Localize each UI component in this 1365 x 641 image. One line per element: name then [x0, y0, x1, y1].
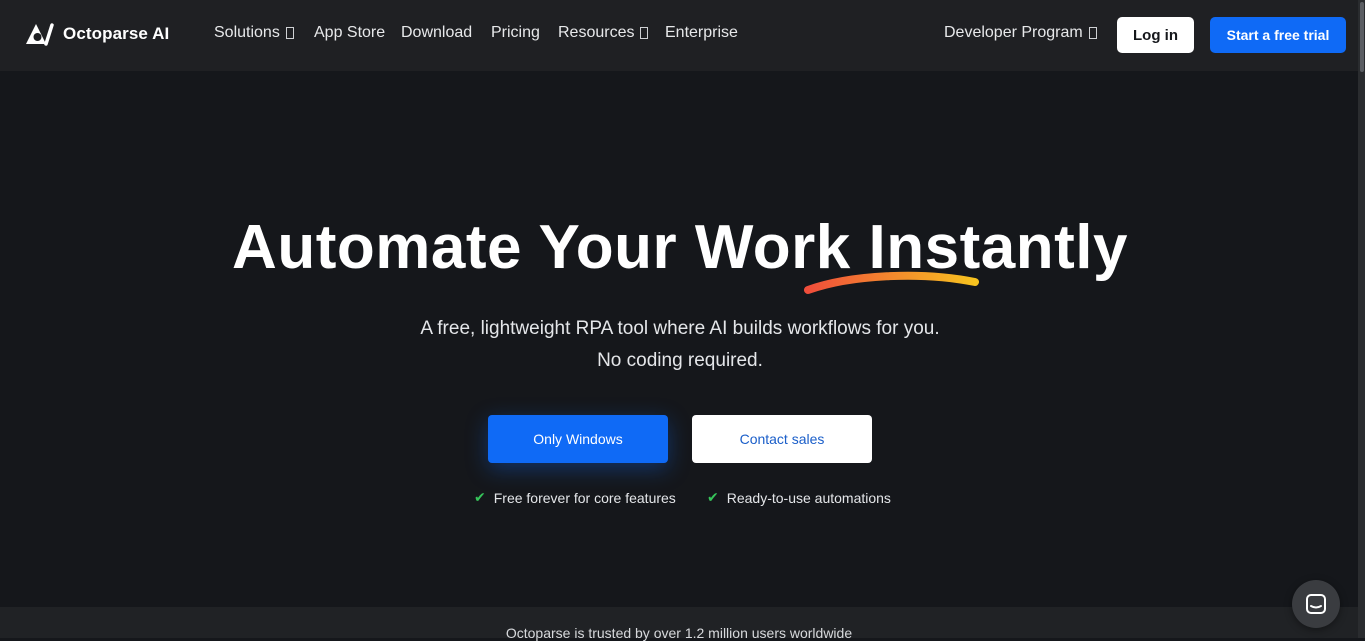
nav-item-pricing[interactable]: Pricing: [491, 24, 540, 42]
check-icon: ✔: [707, 489, 719, 505]
feature-label: Free forever for core features: [493, 489, 676, 506]
nav-label: App Store: [314, 24, 386, 41]
nav-item-enterprise[interactable]: Enterprise: [665, 24, 738, 42]
nav-item-download[interactable]: Download: [401, 24, 472, 42]
chevron-down-icon: [1088, 27, 1097, 39]
hero-subtitle-line-2: No coding required.: [597, 350, 763, 371]
check-icon: ✔: [474, 489, 486, 505]
nav-item-solutions[interactable]: Solutions: [214, 24, 294, 42]
chevron-down-icon: [285, 27, 294, 39]
hero-subtitle-line-1: A free, lightweight RPA tool where AI bu…: [420, 318, 940, 339]
feature-item: ✔ Ready-to-use automations: [707, 489, 891, 506]
start-free-trial-button[interactable]: Start a free trial: [1210, 17, 1346, 53]
nav-label: Developer Program: [944, 24, 1083, 41]
nav-item-app-store[interactable]: App Store: [314, 24, 385, 42]
scrollbar-thumb[interactable]: [1360, 2, 1364, 72]
hero-subtitle: A free, lightweight RPA tool where AI bu…: [0, 313, 1360, 377]
chevron-down-icon: [640, 27, 649, 39]
only-windows-button[interactable]: Only Windows: [488, 415, 668, 463]
nav-item-resources[interactable]: Resources: [558, 24, 649, 42]
chat-icon: [1306, 594, 1326, 614]
hero-title: Automate Your Work Instantly: [232, 213, 1128, 282]
nav-label: Resources: [558, 24, 635, 41]
brand-logo[interactable]: Octoparse AI: [24, 22, 169, 46]
feature-item: ✔ Free forever for core features: [474, 489, 676, 506]
highlight-swoosh: [804, 271, 979, 294]
nav-label: Enterprise: [665, 24, 738, 41]
nav-label: Solutions: [214, 24, 280, 41]
login-button[interactable]: Log in: [1117, 17, 1194, 53]
nav-label: Pricing: [491, 24, 540, 41]
feature-label: Ready-to-use automations: [726, 489, 891, 506]
brand-name: Octoparse AI: [63, 24, 170, 43]
contact-sales-button[interactable]: Contact sales: [692, 415, 872, 463]
top-navigation-bar: Octoparse AI Solutions App Store Downloa…: [0, 0, 1358, 71]
octoparse-logo-icon: [26, 23, 54, 46]
chat-launcher-button[interactable]: [1292, 580, 1340, 628]
nav-label: Download: [401, 24, 473, 41]
trust-statement: Octoparse is trusted by over 1.2 million…: [505, 625, 853, 641]
nav-item-developer-program[interactable]: Developer Program: [944, 24, 1097, 42]
